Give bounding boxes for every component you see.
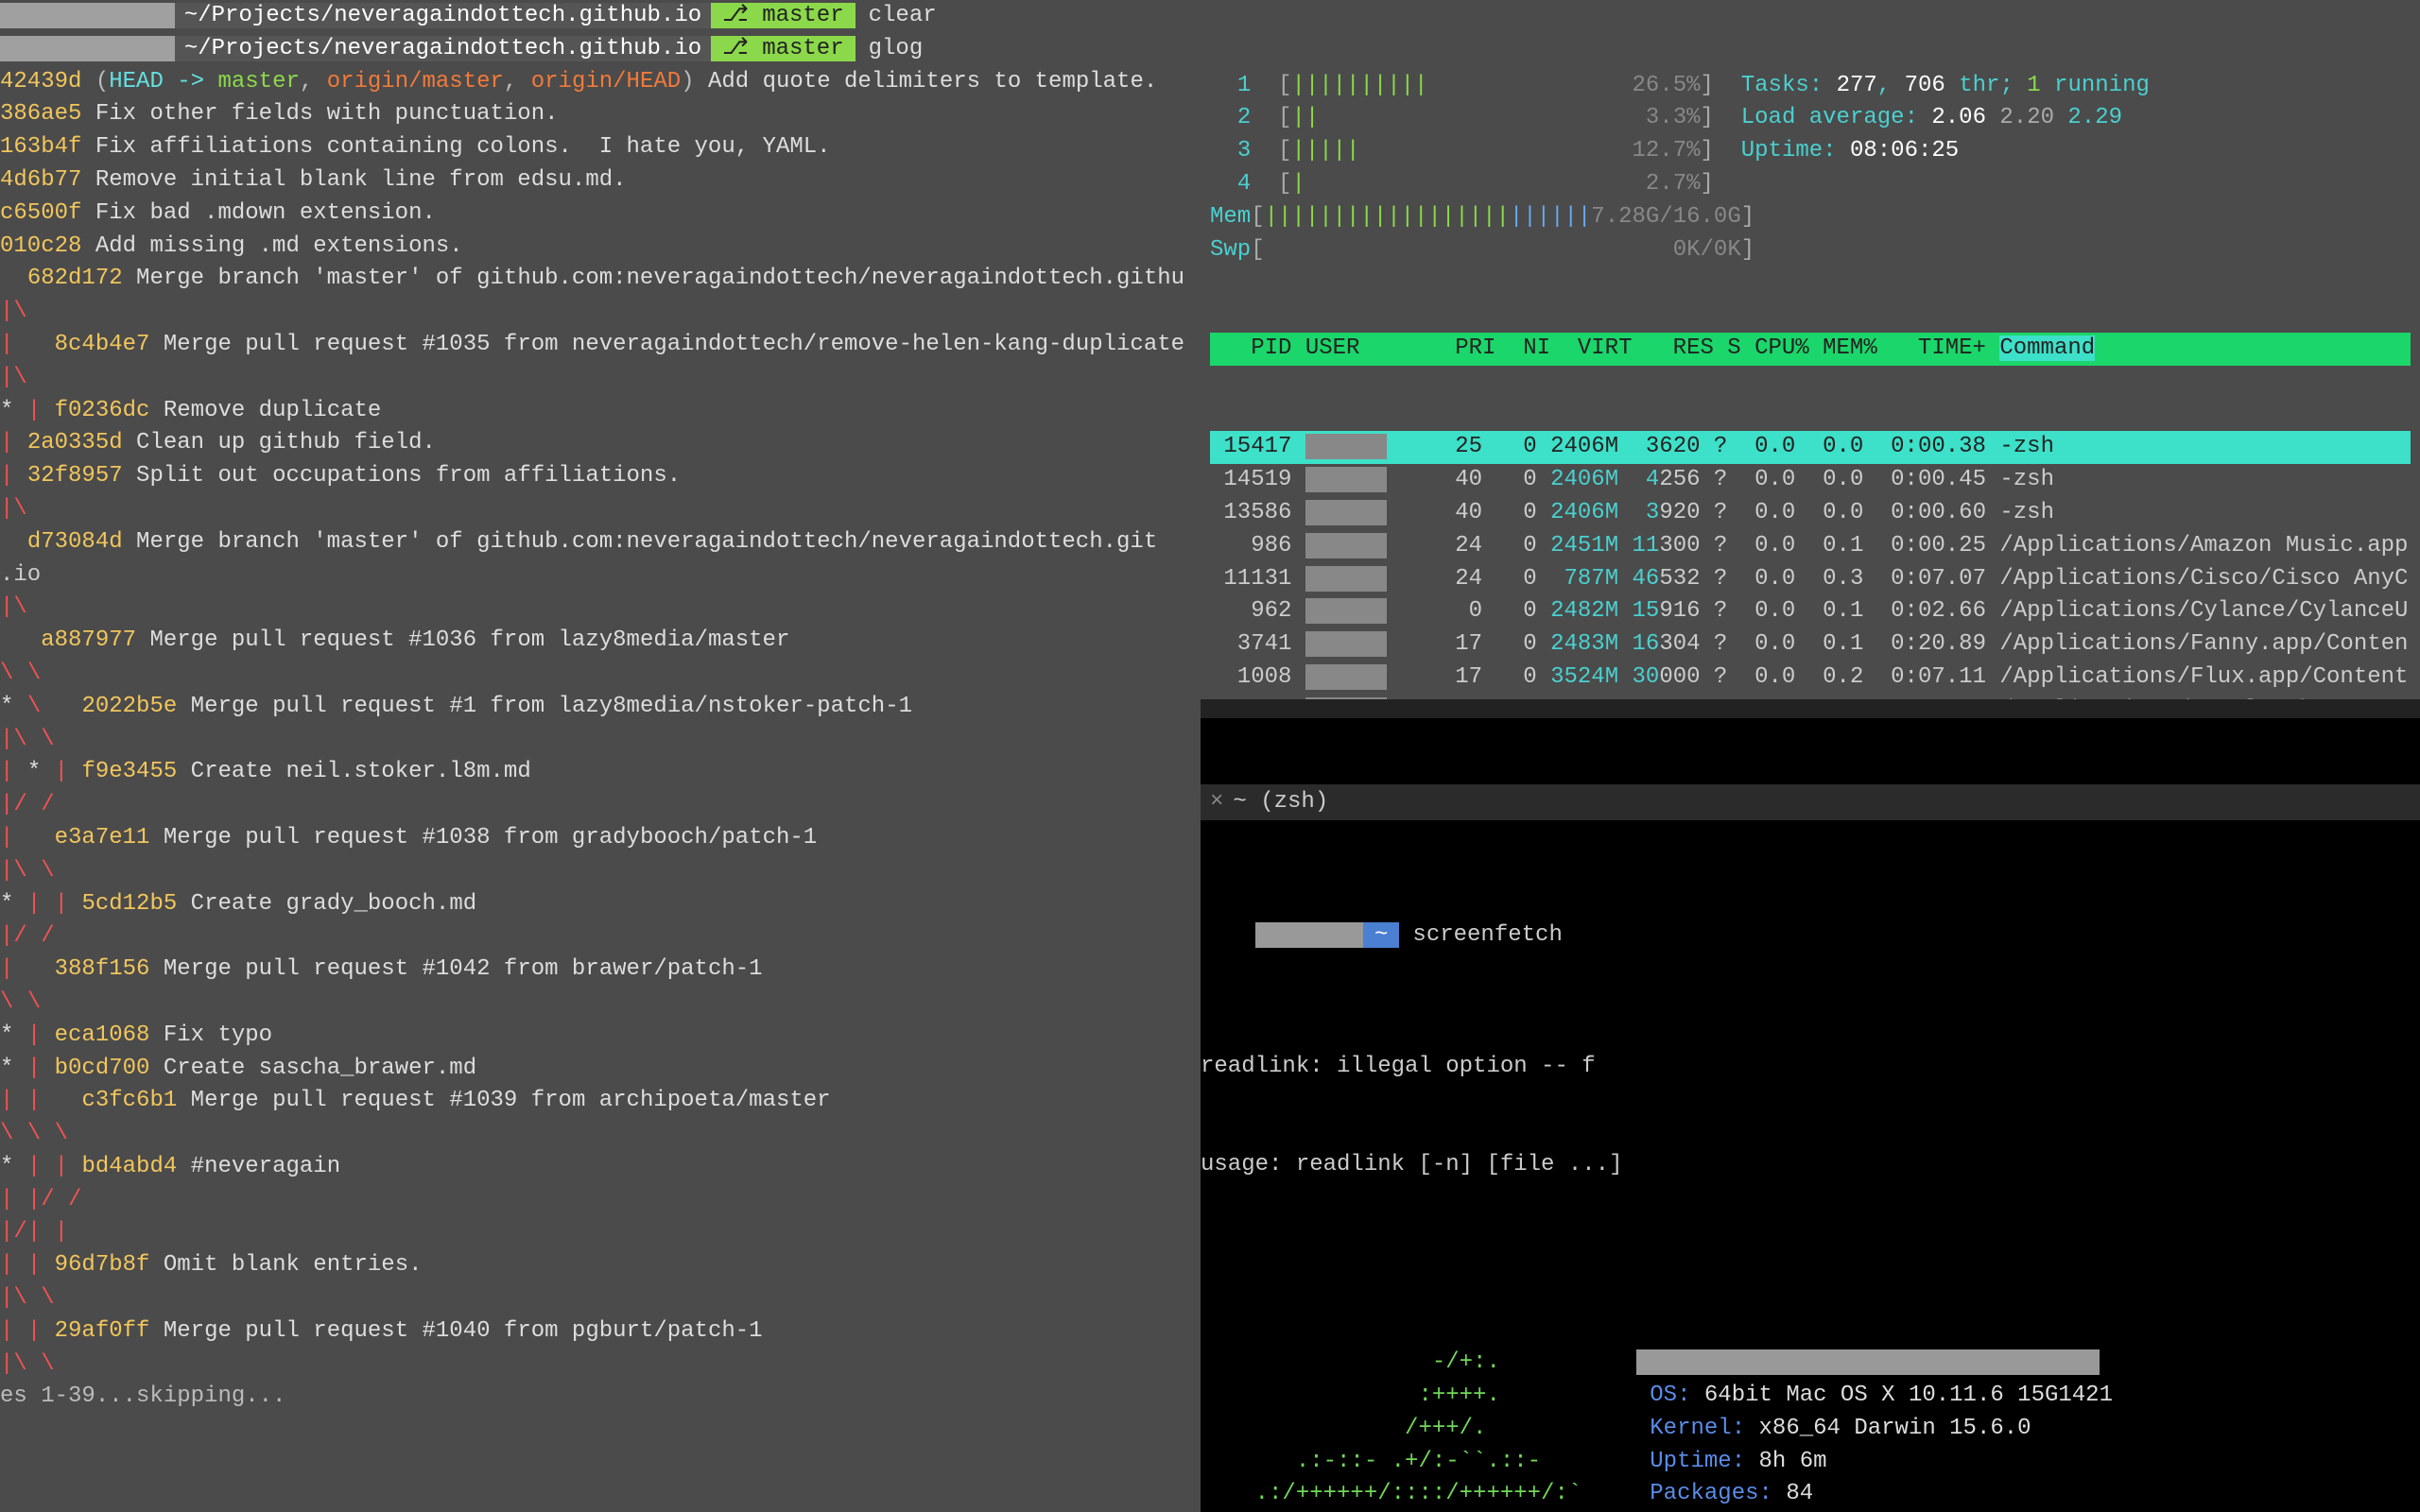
htop-pane[interactable]: 1 [|||||||||| 26.5%] Tasks: 277, 706 thr… <box>1201 0 2420 699</box>
git-log-line: | 32f8957 Split out occupations from aff… <box>0 460 1201 493</box>
error-line: readlink: illegal option -- f <box>1201 1051 2420 1084</box>
process-row[interactable]: 11131 24 0 787M 46532 ? 0.0 0.3 0:07.07 … <box>1210 563 2411 596</box>
close-icon[interactable]: × <box>1210 789 1223 815</box>
process-row[interactable]: 14519 40 0 2406M 4256 ? 0.0 0.0 0:00.45 … <box>1210 464 2411 497</box>
command-text: clear <box>869 3 937 28</box>
git-log-line: * | | 5cd12b5 Create grady_booch.md <box>0 888 1201 921</box>
process-row[interactable]: 1113 17 0 3266M 263M ? 0.0 1.6 3:34.40 /… <box>1210 695 2411 699</box>
git-log-line: 682d172 Merge branch 'master' of github.… <box>0 263 1201 296</box>
user-segment <box>0 3 175 28</box>
process-row[interactable]: 986 24 0 2451M 11300 ? 0.0 0.1 0:00.25 /… <box>1210 530 2411 563</box>
git-log-output[interactable]: 42439d (HEAD -> master, origin/master, o… <box>0 66 1201 1382</box>
process-row[interactable]: 13586 40 0 2406M 3920 ? 0.0 0.0 0:00.60 … <box>1210 497 2411 530</box>
git-log-line: | 2a0335d Clean up github field. <box>0 427 1201 460</box>
path-segment: ~/Projects/neveragaindottech.github.io <box>175 36 711 61</box>
git-log-line: | | 29af0ff Merge pull request #1040 fro… <box>0 1315 1201 1349</box>
screenfetch-pane[interactable]: ×~ (zsh) ~ screenfetch readlink: illegal … <box>1201 718 2420 1512</box>
git-log-line: \ \ <box>0 658 1201 691</box>
git-log-line: * | eca1068 Fix typo <box>0 1020 1201 1053</box>
user-segment <box>0 36 175 61</box>
git-log-line: |/ / <box>0 789 1201 822</box>
git-log-line: a887977 Merge pull request #1036 from la… <box>0 625 1201 658</box>
git-log-line: \ \ \ <box>0 1118 1201 1151</box>
prompt-line-2: ~/Projects/neveragaindottech.github.io⎇ … <box>0 33 1201 66</box>
blank-line <box>1201 1248 2420 1281</box>
prompt-line: ~ screenfetch <box>1201 886 2420 985</box>
process-row[interactable]: 962 0 0 2482M 15916 ? 0.0 0.1 0:02.66 /A… <box>1210 595 2411 628</box>
git-log-line: .io <box>0 559 1201 593</box>
git-log-line: * | | bd4abd4 #neveragain <box>0 1151 1201 1184</box>
git-log-line: * \ 2022b5e Merge pull request #1 from l… <box>0 691 1201 724</box>
git-log-line: |/| | <box>0 1216 1201 1249</box>
git-log-line: |\ \ <box>0 724 1201 757</box>
git-log-line: 42439d (HEAD -> master, origin/master, o… <box>0 66 1201 99</box>
git-log-line: |\ <box>0 296 1201 329</box>
git-log-line: |\ <box>0 592 1201 625</box>
branch-segment: ⎇ master <box>711 3 855 28</box>
command-text: glog <box>869 36 924 61</box>
git-log-line: 4d6b77 Remove initial blank line from ed… <box>0 164 1201 198</box>
git-log-line: * | f0236dc Remove duplicate <box>0 395 1201 428</box>
git-log-line: | 8c4b4e7 Merge pull request #1035 from … <box>0 329 1201 362</box>
git-log-line: | | c3fc6b1 Merge pull request #1039 fro… <box>0 1085 1201 1118</box>
error-line: usage: readlink [-n] [file ...] <box>1201 1149 2420 1182</box>
git-log-line: * | b0cd700 Create sascha_brawer.md <box>0 1053 1201 1086</box>
git-log-line: 163b4f Fix affiliations containing colon… <box>0 131 1201 164</box>
git-log-line: \ \ <box>0 987 1201 1020</box>
git-log-line: 386ae5 Fix other fields with punctuation… <box>0 98 1201 131</box>
git-log-line: d73084d Merge branch 'master' of github.… <box>0 526 1201 559</box>
command-text: screenfetch <box>1412 922 1562 948</box>
htop-header-row[interactable]: PID USER PRI NI VIRT RES S CPU% MEM% TIM… <box>1210 333 2411 366</box>
htop-process-list[interactable]: 15417 25 0 2406M 3620 ? 0.0 0.0 0:00.38 … <box>1210 431 2411 699</box>
git-log-line: |\ \ <box>0 855 1201 888</box>
user-segment <box>1255 922 1363 948</box>
git-log-line: |\ <box>0 493 1201 526</box>
git-log-pane[interactable]: ~/Projects/neveragaindottech.github.io⎇ … <box>0 0 1201 1512</box>
branch-segment: ⎇ master <box>711 36 855 61</box>
htop-meters: 1 [|||||||||| 26.5%] Tasks: 277, 706 thr… <box>1210 70 2411 267</box>
git-log-line: |\ \ <box>0 1282 1201 1315</box>
git-log-line: | 388f156 Merge pull request #1042 from … <box>0 954 1201 987</box>
process-row[interactable]: 15417 25 0 2406M 3620 ? 0.0 0.0 0:00.38 … <box>1210 431 2411 464</box>
path-segment: ~ <box>1363 922 1399 948</box>
screenfetch-output: -/+:. :++++. OS: 64bit Mac OS X 10.11.6 … <box>1201 1347 2420 1512</box>
git-log-line: | | 96d7b8f Omit blank entries. <box>0 1249 1201 1282</box>
git-log-line: | |/ / <box>0 1184 1201 1217</box>
git-log-line: |\ \ <box>0 1349 1201 1382</box>
prompt-line-1: ~/Projects/neveragaindottech.github.io⎇ … <box>0 0 1201 33</box>
terminal-tab-title[interactable]: ×~ (zsh) <box>1201 784 2420 821</box>
pager-status: es 1-39...skipping... <box>0 1381 1201 1414</box>
process-row[interactable]: 1008 17 0 3524M 30000 ? 0.0 0.2 0:07.11 … <box>1210 662 2411 695</box>
git-log-line: | * | f9e3455 Create neil.stoker.l8m.md <box>0 756 1201 789</box>
git-log-line: 010c28 Add missing .md extensions. <box>0 231 1201 264</box>
process-row[interactable]: 3741 17 0 2483M 16304 ? 0.0 0.1 0:20.89 … <box>1210 628 2411 662</box>
git-log-line: |/ / <box>0 920 1201 954</box>
git-log-line: | e3a7e11 Merge pull request #1038 from … <box>0 822 1201 855</box>
git-log-line: c6500f Fix bad .mdown extension. <box>0 198 1201 231</box>
path-segment: ~/Projects/neveragaindottech.github.io <box>175 3 711 28</box>
git-log-line: |\ <box>0 362 1201 395</box>
